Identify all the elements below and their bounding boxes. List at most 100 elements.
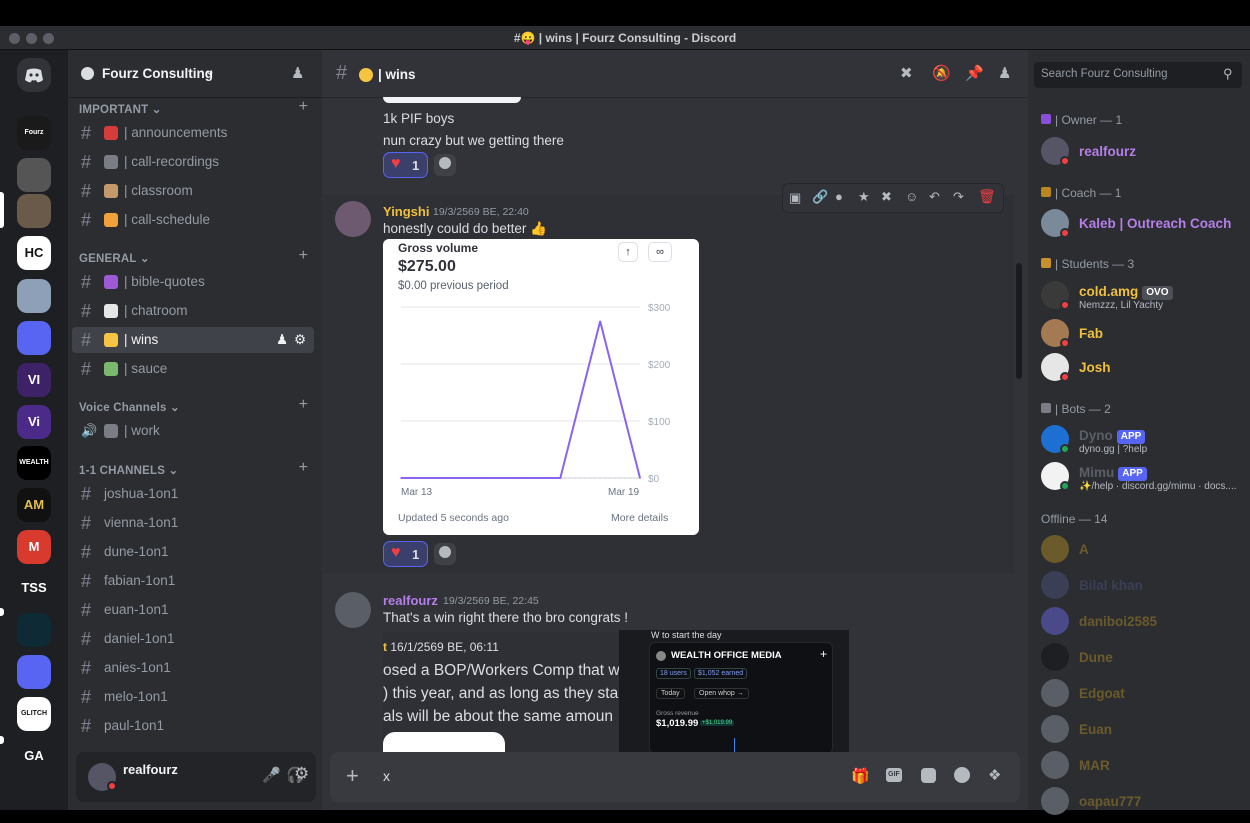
gif-icon[interactable]: GIF [886, 768, 902, 782]
member-item[interactable]: A [1041, 535, 1241, 571]
add-reaction-button[interactable] [434, 154, 456, 176]
guild-header[interactable]: Fourz Consulting ⌄ ♟ [68, 50, 322, 98]
message-author[interactable]: Yingshi [383, 204, 429, 219]
channel-chatroom[interactable]: # | chatroom [72, 298, 314, 324]
member-item[interactable]: Mimu APP ✨/help · discord.gg/mimu · docs..… [1041, 462, 1241, 498]
add-reaction-icon[interactable]: ☺ [905, 189, 918, 204]
server-icon[interactable] [17, 613, 51, 647]
add-channel-icon[interactable]: + [299, 459, 308, 477]
gear-icon[interactable]: ⚙ [294, 764, 309, 784]
server-icon[interactable] [17, 158, 51, 192]
heart-reaction[interactable]: ♥ 1 [383, 152, 428, 178]
channel-sauce[interactable]: # | sauce [72, 356, 314, 382]
more-details-link[interactable]: More details [611, 512, 668, 524]
mute-mic-button[interactable]: 🎤 [262, 766, 281, 784]
gift-icon[interactable]: 🎁 [851, 767, 870, 785]
channel-classroom[interactable]: # | classroom [72, 178, 314, 204]
server-icon[interactable]: GLITCH [17, 697, 51, 731]
add-channel-icon[interactable]: + [299, 247, 308, 265]
link-icon[interactable]: 🔗 [812, 189, 828, 205]
server-icon[interactable]: HC [17, 236, 51, 270]
member-item[interactable]: daniboi2585 [1041, 607, 1241, 643]
member-item[interactable]: Kaleb | Outreach Coach [1041, 209, 1241, 245]
message-input[interactable]: x [383, 768, 390, 784]
emoji-picker-icon[interactable] [954, 767, 970, 783]
threads-icon[interactable]: ✖ [900, 64, 913, 82]
server-icon[interactable]: Vi [17, 405, 51, 439]
copy-id-icon[interactable]: ▣ [789, 190, 801, 206]
channel-call-recordings[interactable]: # | call-recordings [72, 149, 314, 175]
member-item[interactable]: Dune [1041, 643, 1241, 679]
image-attachment[interactable]: t 16/1/2569 BE, 06:11 osed a BOP/Workers… [383, 632, 619, 752]
category-1on1[interactable]: 1-1 CHANNELS ⌄ [79, 463, 178, 477]
server-icon[interactable] [17, 321, 51, 355]
compare-icon[interactable]: ∞ [648, 242, 672, 262]
voice-channel-work[interactable]: 🔊 | work [72, 418, 314, 444]
server-icon[interactable]: VI [17, 363, 51, 397]
channel-daniel-1on1[interactable]: # daniel-1on1 [72, 626, 314, 652]
chart-card[interactable]: Gross volume ↑ ∞ $275.00 $0.00 previous … [383, 239, 699, 535]
server-icon[interactable]: M [17, 530, 51, 564]
channel-call-schedule[interactable]: # | call-schedule [72, 207, 314, 233]
channel-melo-1on1[interactable]: # melo-1on1 [72, 684, 314, 710]
member-item[interactable]: realfourz [1041, 137, 1241, 173]
channel-wins[interactable]: # | wins ⚙ ♟ [72, 327, 314, 353]
member-item[interactable]: Euan [1041, 715, 1241, 751]
member-list-icon[interactable]: ♟ [998, 64, 1011, 82]
zoom-window-button[interactable] [43, 33, 54, 44]
forward-icon[interactable]: ↷ [953, 189, 964, 205]
close-window-button[interactable] [9, 33, 20, 44]
search-input[interactable]: Search Fourz Consulting [1041, 68, 1168, 80]
server-icon[interactable] [17, 655, 51, 689]
share-icon[interactable]: ↑ [618, 242, 638, 262]
server-icon[interactable]: TSS [17, 571, 51, 605]
category-general[interactable]: GENERAL ⌄ [79, 251, 150, 265]
member-item[interactable]: cold.amg OVO Nemzzz, Lil Yachty [1041, 281, 1241, 317]
channel-euan-1on1[interactable]: # euan-1on1 [72, 597, 314, 623]
add-channel-icon[interactable]: + [299, 98, 308, 116]
channel-announcements[interactable]: # | announcements [72, 120, 314, 146]
channel-vienna-1on1[interactable]: # vienna-1on1 [72, 510, 314, 536]
server-icon[interactable] [17, 279, 51, 313]
channel-settings-gear-icon[interactable]: ⚙ [294, 327, 306, 353]
image-attachment[interactable]: W to start the day WEALTH OFFICE MEDIA +… [619, 630, 849, 754]
category-voice[interactable]: Voice Channels ⌄ [79, 400, 180, 414]
upload-plus-button[interactable]: + [346, 763, 359, 789]
search-box[interactable]: Search Fourz Consulting ⚲ [1034, 62, 1242, 88]
channel-bible-quotes[interactable]: # | bible-quotes [72, 269, 314, 295]
pin-icon[interactable]: ★ [858, 189, 870, 205]
channel-dune-1on1[interactable]: # dune-1on1 [72, 539, 314, 565]
invite-icon[interactable]: ♟ [276, 327, 288, 353]
channel-paul-1on1[interactable]: # paul-1on1 [72, 713, 314, 739]
member-item[interactable]: Bilal khan [1041, 571, 1241, 607]
add-reaction-button[interactable] [434, 543, 456, 565]
member-item[interactable]: Edgoat [1041, 679, 1241, 715]
discord-home-button[interactable] [17, 58, 51, 92]
avatar[interactable] [335, 592, 371, 628]
channel-fabian-1on1[interactable]: # fabian-1on1 [72, 568, 314, 594]
heart-reaction[interactable]: ♥ 1 [383, 541, 428, 567]
reply-icon[interactable]: ↶ [929, 189, 940, 205]
member-item[interactable]: Dyno APP dyno.gg | ?help [1041, 425, 1241, 461]
mark-unread-icon[interactable]: ✖ [881, 189, 892, 205]
category-important[interactable]: IMPORTANT ⌄ [79, 102, 162, 116]
message-author[interactable]: realfourz [383, 593, 438, 608]
server-icon[interactable] [17, 194, 51, 228]
sticker-icon[interactable] [921, 768, 936, 783]
member-item[interactable]: Fab [1041, 319, 1241, 355]
delete-icon[interactable]: 🗑 [978, 188, 996, 205]
pin-icon[interactable]: 📌 [965, 64, 984, 82]
channel-joshua-1on1[interactable]: # joshua-1on1 [72, 481, 314, 507]
member-item[interactable]: MAR [1041, 751, 1241, 787]
avatar[interactable] [335, 201, 371, 237]
add-channel-icon[interactable]: + [299, 396, 308, 414]
apps-icon[interactable]: ❖ [988, 766, 1001, 784]
channel-anies-1on1[interactable]: # anies-1on1 [72, 655, 314, 681]
member-item[interactable]: oapau777 [1041, 787, 1241, 823]
scrollbar[interactable] [1016, 263, 1022, 379]
invite-people-icon[interactable]: ♟ [291, 64, 304, 82]
notification-bell-icon[interactable]: 🔕 [932, 64, 951, 82]
member-item[interactable]: Josh [1041, 353, 1241, 389]
server-icon[interactable]: GA [17, 739, 51, 773]
server-icon[interactable]: AM [17, 488, 51, 522]
